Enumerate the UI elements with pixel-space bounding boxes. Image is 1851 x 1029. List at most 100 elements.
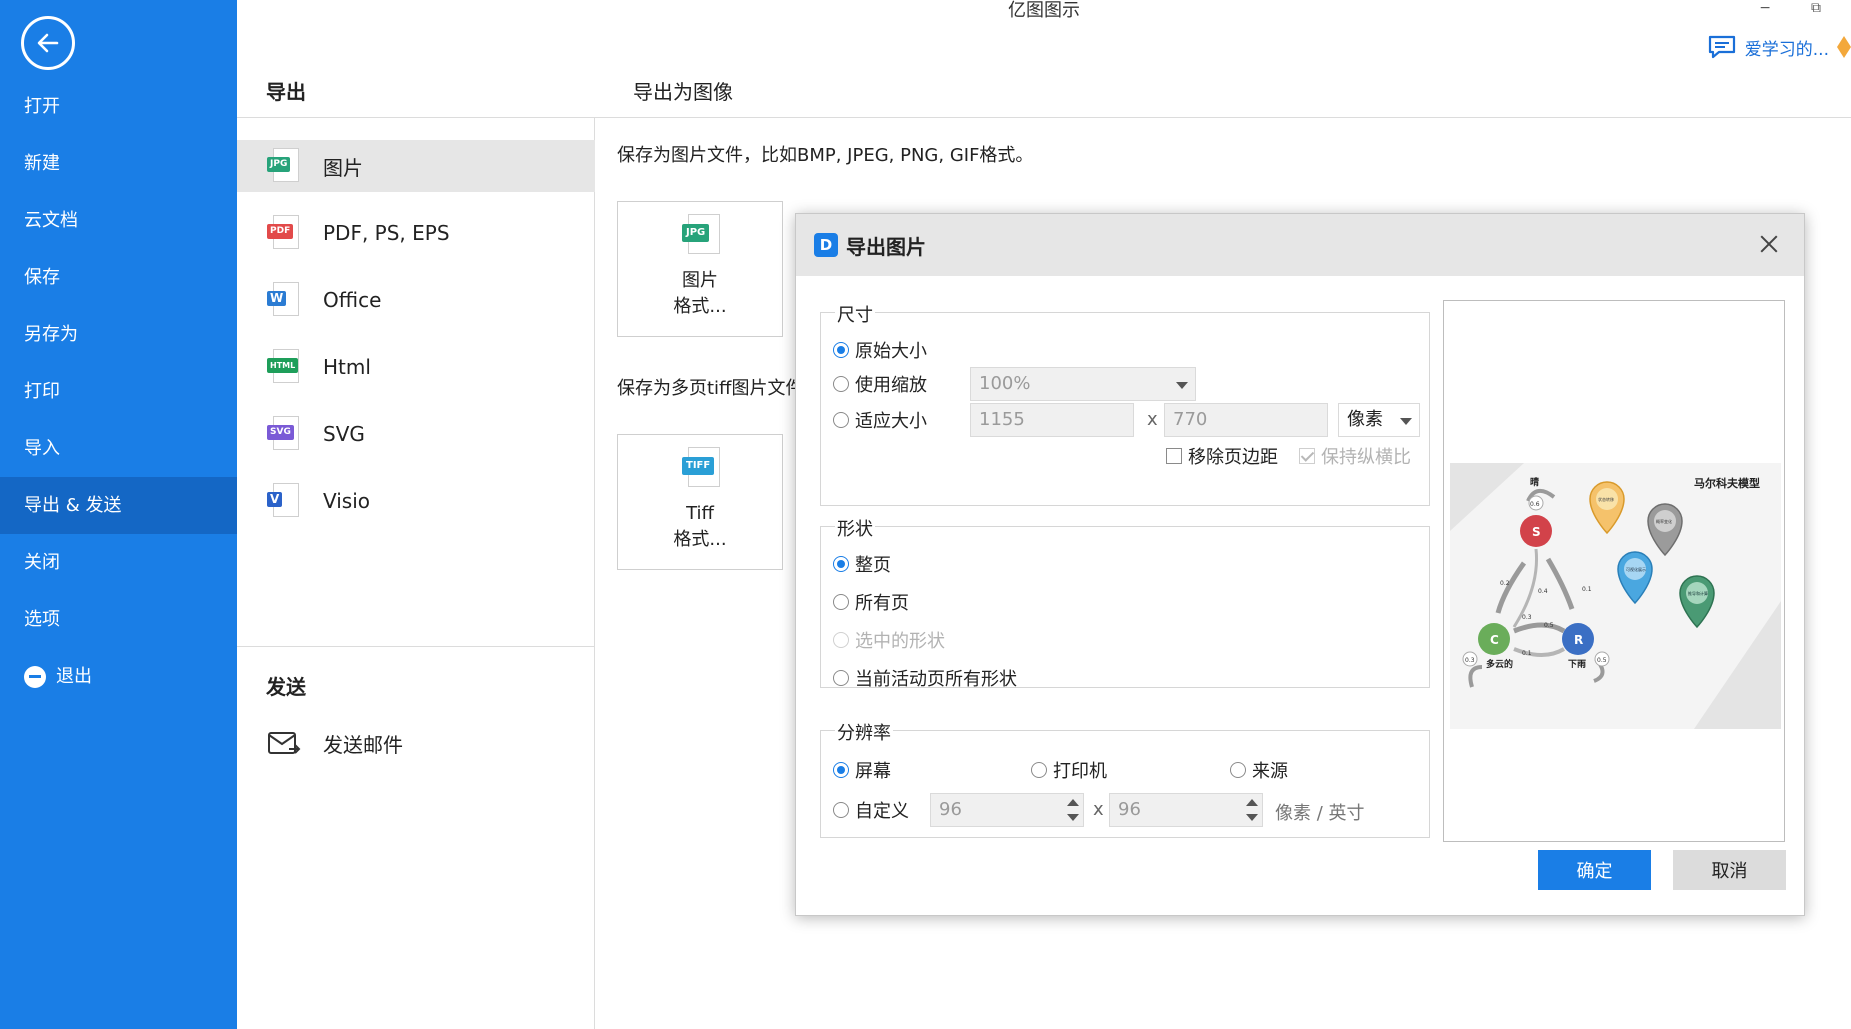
svg-text:0.4: 0.4 <box>1538 588 1548 595</box>
unit-select[interactable]: 像素 <box>1338 403 1420 437</box>
format-label: SVG <box>323 422 365 446</box>
radio-printer[interactable] <box>1031 762 1047 778</box>
ok-button[interactable]: 确定 <box>1538 850 1651 890</box>
size-fit-option[interactable]: 适应大小 <box>833 407 927 433</box>
export-image-dialog: D 导出图片 尺寸 原始大小 使用缩放 100% 适应大小 1155 x 770… <box>795 213 1805 916</box>
format-item-visio[interactable]: V Visio <box>237 475 595 527</box>
sidebar-item-print[interactable]: 打印 <box>0 363 237 420</box>
shape-all-pages-option[interactable]: 所有页 <box>833 589 909 615</box>
option-label: 所有页 <box>855 593 909 614</box>
format-item-svg[interactable]: SVG SVG <box>237 408 595 460</box>
sidebar-item-label: 选项 <box>24 609 60 630</box>
user-account[interactable]: 爱学习的... <box>1707 34 1851 60</box>
sidebar-item-export-send[interactable]: 导出 & 发送 <box>0 477 237 534</box>
svg-text:0.3: 0.3 <box>1522 614 1532 621</box>
sidebar-item-save[interactable]: 保存 <box>0 249 237 306</box>
export-format-list: JPG 图片 PDF PDF, PS, EPS W Office HTML Ht… <box>237 118 595 1029</box>
image-export-description: 保存为图片文件，比如BMP, JPEG, PNG, GIF格式。 <box>617 145 1034 166</box>
shape-whole-page-option[interactable]: 整页 <box>833 551 891 577</box>
sidebar-item-open[interactable]: 打开 <box>0 78 237 135</box>
option-label: 原始大小 <box>855 341 927 362</box>
window-controls: − ⧉ <box>1759 0 1821 16</box>
radio-whole-page[interactable] <box>833 556 849 572</box>
svg-text:状态转移: 状态转移 <box>1598 496 1614 502</box>
sidebar-item-cloud-docs[interactable]: 云文档 <box>0 192 237 249</box>
minimize-icon[interactable]: − <box>1759 0 1771 16</box>
format-item-pdf[interactable]: PDF PDF, PS, EPS <box>237 207 595 259</box>
size-zoom-option[interactable]: 使用缩放 <box>833 371 927 397</box>
visio-file-icon: V <box>267 483 299 519</box>
shape-selected-option[interactable]: 选中的形状 <box>833 627 945 653</box>
radio-current-all[interactable] <box>833 670 849 686</box>
sidebar-item-exit[interactable]: 退出 <box>0 648 237 705</box>
html-file-icon: HTML <box>267 349 299 385</box>
dpi-unit-label: 像素 / 英寸 <box>1275 803 1365 824</box>
close-icon[interactable] <box>1756 231 1782 257</box>
dpi-x-input[interactable]: 96 <box>930 793 1084 827</box>
option-label: 来源 <box>1252 761 1288 782</box>
radio-selected-shapes[interactable] <box>833 632 849 648</box>
dpi-y-value: 96 <box>1118 799 1141 820</box>
checkbox-keep-ratio[interactable] <box>1299 448 1315 464</box>
format-item-html[interactable]: HTML Html <box>237 341 595 393</box>
res-screen-option[interactable]: 屏幕 <box>833 757 891 783</box>
dialog-title-bar: D 导出图片 <box>796 214 1804 276</box>
size-group-title: 尺寸 <box>835 301 875 327</box>
tiff-format-card[interactable]: TIFF Tiff 格式... <box>617 434 783 570</box>
radio-source[interactable] <box>1230 762 1246 778</box>
res-printer-option[interactable]: 打印机 <box>1031 757 1107 783</box>
radio-original[interactable] <box>833 342 849 358</box>
image-format-card[interactable]: JPG 图片 格式... <box>617 201 783 337</box>
option-label: 当前活动页所有形状 <box>855 669 1017 690</box>
stepper-icon[interactable] <box>1067 798 1079 822</box>
radio-all-pages[interactable] <box>833 594 849 610</box>
checkbox-remove-margin[interactable] <box>1166 448 1182 464</box>
cancel-button[interactable]: 取消 <box>1673 850 1786 890</box>
back-button[interactable] <box>21 16 75 70</box>
sidebar-item-save-as[interactable]: 另存为 <box>0 306 237 363</box>
shape-current-all-option[interactable]: 当前活动页所有形状 <box>833 665 1017 691</box>
radio-fit[interactable] <box>833 412 849 428</box>
restore-icon[interactable]: ⧉ <box>1811 0 1821 16</box>
svg-text:0.1: 0.1 <box>1522 650 1532 657</box>
option-label: 保持纵横比 <box>1321 447 1411 468</box>
format-item-image[interactable]: JPG 图片 <box>237 140 595 192</box>
format-label: 图片 <box>323 155 363 180</box>
chevron-down-icon <box>1176 382 1188 389</box>
sidebar-item-import[interactable]: 导入 <box>0 420 237 477</box>
radio-screen[interactable] <box>833 762 849 778</box>
vip-diamond-icon <box>1837 36 1851 58</box>
svg-file-icon: SVG <box>267 416 299 452</box>
svg-text:0.1: 0.1 <box>1582 586 1592 593</box>
sidebar-item-label: 新建 <box>24 153 60 174</box>
sidebar-item-label: 云文档 <box>24 210 78 231</box>
sidebar-menu: 打开 新建 云文档 保存 另存为 打印 导入 导出 & 发送 关闭 选项 退出 <box>0 78 237 705</box>
svg-text:下雨: 下雨 <box>1568 659 1586 670</box>
sidebar-item-label: 另存为 <box>24 324 78 345</box>
sidebar-item-label: 关闭 <box>24 552 60 573</box>
radio-custom[interactable] <box>833 802 849 818</box>
height-input[interactable]: 770 <box>1164 403 1328 437</box>
option-label: 选中的形状 <box>855 631 945 652</box>
size-original-option[interactable]: 原始大小 <box>833 337 927 363</box>
radio-zoom[interactable] <box>833 376 849 392</box>
remove-margin-option[interactable]: 移除页边距 <box>1166 443 1278 469</box>
option-label: 使用缩放 <box>855 375 927 396</box>
export-preview: 马尔科夫模型 S C R 晴 多云的 下雨 0.6 0.2 0.1 0.3 0.… <box>1443 300 1785 842</box>
stepper-icon[interactable] <box>1246 798 1258 822</box>
svg-text:S: S <box>1532 525 1541 539</box>
sidebar-item-options[interactable]: 选项 <box>0 591 237 648</box>
option-label: 打印机 <box>1053 761 1107 782</box>
res-custom-option[interactable]: 自定义 <box>833 797 909 823</box>
sidebar-item-close[interactable]: 关闭 <box>0 534 237 591</box>
send-email-item[interactable]: 发送邮件 <box>267 723 403 763</box>
zoom-select[interactable]: 100% <box>970 367 1196 401</box>
res-source-option[interactable]: 来源 <box>1230 757 1288 783</box>
svg-text:多云的: 多云的 <box>1486 658 1513 670</box>
user-name: 爱学习的... <box>1744 39 1829 60</box>
keep-ratio-option[interactable]: 保持纵横比 <box>1299 443 1411 469</box>
format-item-office[interactable]: W Office <box>237 274 595 326</box>
sidebar-item-new[interactable]: 新建 <box>0 135 237 192</box>
dpi-y-input[interactable]: 96 <box>1109 793 1263 827</box>
width-input[interactable]: 1155 <box>970 403 1134 437</box>
